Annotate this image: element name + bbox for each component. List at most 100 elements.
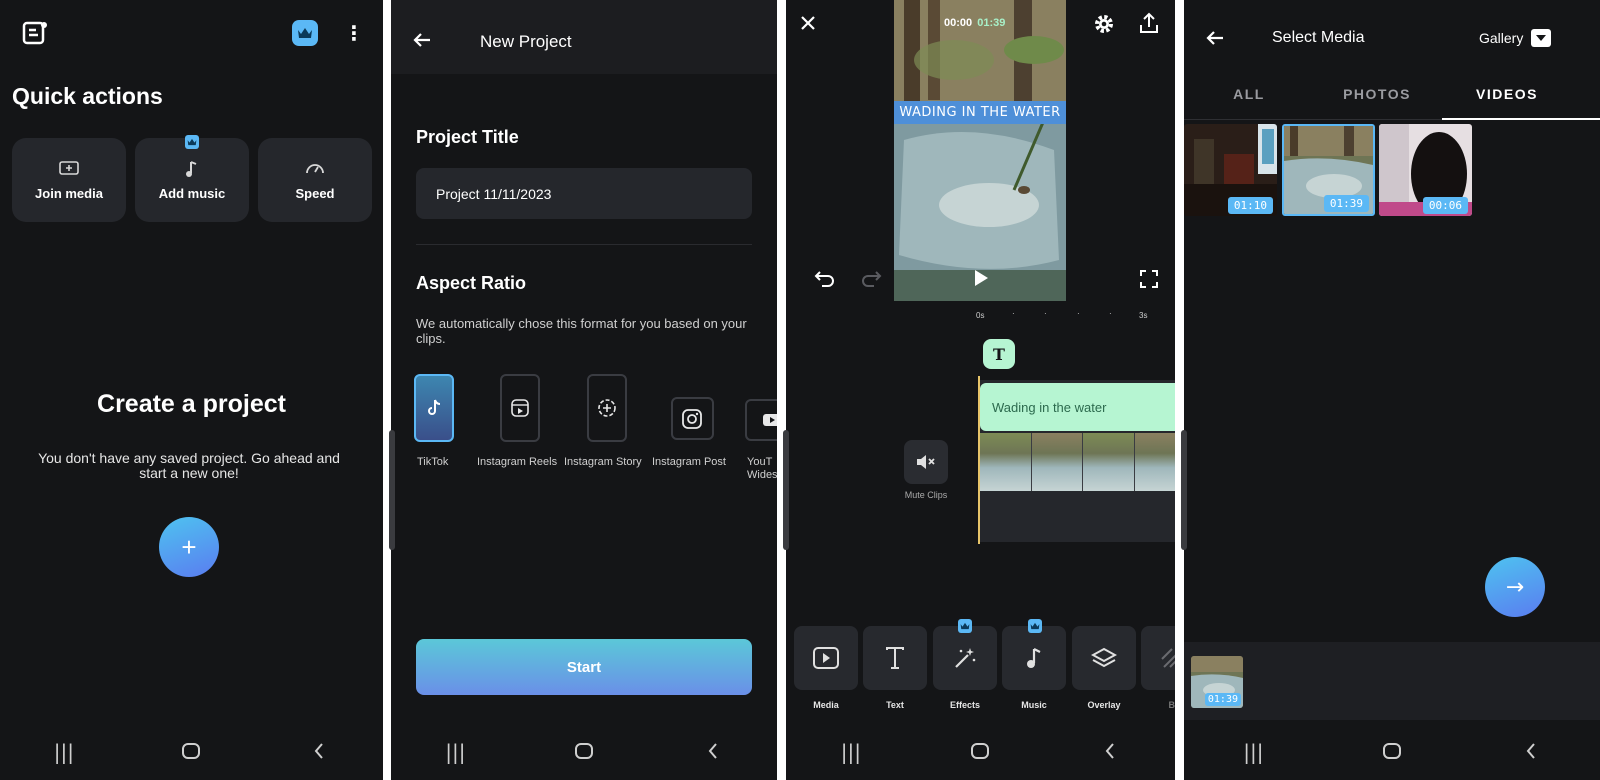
video-clip-strip[interactable] bbox=[980, 433, 1175, 491]
selected-media-item[interactable]: 01:39 bbox=[1191, 656, 1243, 708]
instagram-reels-icon bbox=[500, 374, 540, 442]
recents-icon[interactable]: ||| bbox=[831, 740, 871, 764]
music-tool[interactable] bbox=[1002, 626, 1066, 690]
mute-clips-button[interactable] bbox=[904, 440, 948, 484]
blend-icon bbox=[1161, 648, 1175, 668]
start-button[interactable]: Start bbox=[416, 639, 752, 695]
ratio-label: TikTok bbox=[417, 456, 449, 468]
video-thumbnail[interactable]: 01:10 bbox=[1184, 124, 1277, 216]
play-icon[interactable] bbox=[973, 269, 989, 291]
undo-icon[interactable] bbox=[814, 268, 836, 292]
video-thumbnail-selected[interactable]: 01:39 bbox=[1282, 124, 1375, 216]
text-overlay-content: WADING IN THE WATER bbox=[899, 105, 1061, 120]
arrow-right-icon: → bbox=[1505, 574, 1525, 600]
home-icon[interactable] bbox=[564, 740, 604, 764]
text-clip[interactable]: Wading in the water bbox=[980, 383, 1175, 431]
layers-icon bbox=[1091, 647, 1117, 668]
ratio-instagram-reels[interactable]: Instagram Reels bbox=[477, 374, 557, 468]
text-tool-label: Text bbox=[886, 700, 904, 710]
effects-tool[interactable] bbox=[933, 626, 997, 690]
join-media-button[interactable]: Join media bbox=[12, 138, 126, 222]
ratio-label: Instagram Story bbox=[564, 456, 642, 468]
back-icon[interactable] bbox=[299, 740, 339, 764]
header-bar bbox=[391, 0, 777, 74]
project-title-input[interactable]: Project 11/11/2023 bbox=[416, 168, 752, 219]
system-nav-bar: ||| bbox=[0, 724, 383, 780]
text-track-marker[interactable]: T bbox=[983, 339, 1015, 369]
home-icon[interactable] bbox=[960, 740, 1000, 764]
back-arrow-icon[interactable] bbox=[1206, 30, 1224, 50]
system-nav-bar: ||| bbox=[391, 724, 777, 780]
ratio-youtube-widescreen[interactable]: YouT Wides bbox=[745, 399, 777, 481]
chevron-down-icon bbox=[1531, 29, 1552, 47]
join-media-label: Join media bbox=[35, 185, 103, 201]
close-icon[interactable] bbox=[800, 15, 816, 35]
media-tool[interactable] bbox=[794, 626, 858, 690]
speaker-mute-icon bbox=[917, 455, 935, 469]
ratio-tiktok[interactable]: TikTok bbox=[413, 374, 455, 468]
clip-frame bbox=[1031, 433, 1084, 491]
duration-badge: 01:39 bbox=[1204, 693, 1241, 706]
text-clip-label: Wading in the water bbox=[992, 399, 1107, 415]
add-music-button[interactable]: Add music bbox=[135, 138, 249, 222]
clip-frame bbox=[1083, 433, 1136, 491]
back-icon[interactable] bbox=[1511, 740, 1551, 764]
premium-crown-button[interactable] bbox=[292, 20, 318, 46]
ratio-instagram-story[interactable]: Instagram Story bbox=[564, 374, 642, 468]
home-icon[interactable] bbox=[171, 740, 211, 764]
create-project-button[interactable]: + bbox=[159, 517, 219, 577]
ratio-label: Instagram Post bbox=[652, 456, 726, 468]
tiktok-icon bbox=[414, 374, 454, 442]
tab-videos[interactable]: VIDEOS bbox=[1442, 86, 1572, 102]
instagram-icon bbox=[670, 397, 714, 440]
redo-icon[interactable] bbox=[860, 268, 882, 292]
playhead[interactable] bbox=[978, 376, 980, 544]
projects-menu-icon[interactable] bbox=[22, 20, 48, 46]
source-dropdown[interactable]: Gallery bbox=[1479, 29, 1552, 47]
youtube-icon bbox=[745, 399, 777, 441]
add-music-label: Add music bbox=[158, 185, 226, 201]
text-overlay[interactable]: WADING IN THE WATER bbox=[894, 101, 1066, 124]
tab-photos[interactable]: PHOTOS bbox=[1312, 86, 1442, 102]
video-thumbnail[interactable]: 00:06 bbox=[1379, 124, 1472, 216]
more-options-icon[interactable]: ⋮ bbox=[344, 22, 364, 44]
quick-actions-title: Quick actions bbox=[12, 83, 163, 109]
active-tab-indicator bbox=[1442, 118, 1600, 120]
empty-state-text: You don't have any saved project. Go ahe… bbox=[38, 450, 340, 481]
ratio-instagram-post[interactable]: Instagram Post bbox=[652, 397, 726, 468]
total-time: 01:39 bbox=[977, 17, 1006, 29]
overlay-tool[interactable] bbox=[1072, 626, 1136, 690]
export-share-icon[interactable] bbox=[1139, 12, 1159, 38]
ruler-dot: · bbox=[1044, 309, 1047, 318]
speed-button[interactable]: Speed bbox=[258, 138, 372, 222]
join-media-icon bbox=[59, 160, 79, 178]
settings-gear-icon[interactable] bbox=[1093, 13, 1115, 39]
music-tool-label: Music bbox=[1021, 700, 1047, 710]
back-icon[interactable] bbox=[1090, 740, 1130, 764]
premium-badge-icon bbox=[1028, 619, 1042, 633]
fullscreen-icon[interactable] bbox=[1140, 270, 1158, 292]
edge-handle bbox=[1181, 430, 1187, 550]
back-icon[interactable] bbox=[693, 740, 733, 764]
recents-icon[interactable]: ||| bbox=[435, 740, 475, 764]
clip-frame bbox=[1135, 433, 1175, 491]
duration-badge: 01:39 bbox=[1323, 195, 1369, 212]
recents-icon[interactable]: ||| bbox=[44, 740, 84, 764]
start-button-label: Start bbox=[566, 658, 602, 676]
next-button[interactable]: → bbox=[1485, 557, 1545, 617]
home-icon[interactable] bbox=[1372, 740, 1412, 764]
blend-tool[interactable] bbox=[1141, 626, 1175, 690]
effects-tool-label: Effects bbox=[949, 700, 980, 710]
edge-handle bbox=[389, 430, 395, 550]
system-nav-bar: ||| bbox=[786, 724, 1175, 780]
recents-icon[interactable]: ||| bbox=[1233, 740, 1273, 764]
text-tool[interactable] bbox=[863, 626, 927, 690]
back-arrow-icon[interactable] bbox=[413, 32, 431, 52]
video-timecode: 00:00 01:39 bbox=[944, 17, 1005, 29]
aspect-ratio-hint: We automatically chose this format for y… bbox=[416, 316, 747, 346]
tab-all[interactable]: ALL bbox=[1184, 86, 1314, 102]
ruler-start: 0s bbox=[976, 311, 985, 320]
select-media-screen: Select Media Gallery ALL PHOTOS VIDEOS 0… bbox=[1184, 0, 1600, 780]
blend-tool-label: Bl bbox=[1168, 700, 1176, 710]
video-preview[interactable]: 00:00 01:39 WADING IN THE WATER bbox=[894, 0, 1066, 301]
